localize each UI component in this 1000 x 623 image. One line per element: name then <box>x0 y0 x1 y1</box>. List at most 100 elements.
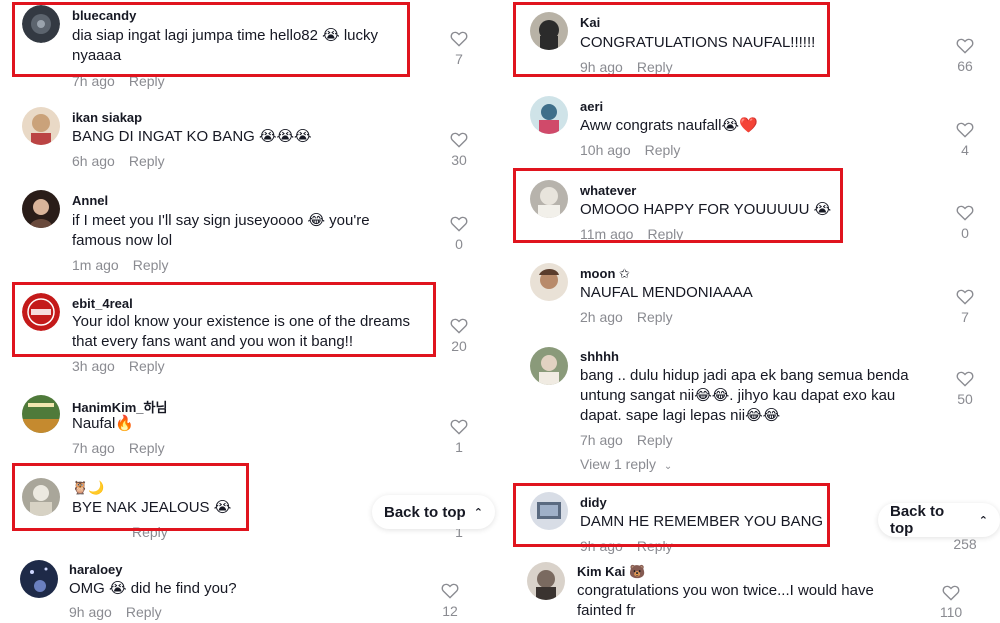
heart-icon[interactable] <box>956 370 974 387</box>
back-to-top-button[interactable]: Back to top ⌃ <box>372 495 495 529</box>
reply-button[interactable]: Reply <box>637 538 673 554</box>
comment-meta: 9h ago Reply <box>580 59 673 75</box>
like-count: 0 <box>961 225 969 241</box>
username[interactable]: Annel <box>72 193 108 208</box>
timestamp: 3h ago <box>72 358 115 374</box>
reply-button[interactable]: Reply <box>126 604 162 620</box>
timestamp: 11m ago <box>580 226 634 242</box>
heart-icon[interactable] <box>956 204 974 221</box>
like-count: 110 <box>939 604 963 620</box>
comment-meta: 7h ago Reply <box>72 73 165 89</box>
heart-icon[interactable] <box>450 30 468 47</box>
avatar[interactable] <box>530 96 568 134</box>
comment-meta: 9h ago Reply <box>580 538 673 554</box>
view-replies-label: View 1 reply <box>580 456 657 472</box>
reply-button[interactable]: Reply <box>129 73 165 89</box>
timestamp: 9h ago <box>580 59 623 75</box>
username[interactable]: aeri <box>580 99 603 114</box>
comment-meta: 6h ago Reply <box>72 153 165 169</box>
reply-button[interactable]: Reply <box>645 142 681 158</box>
avatar[interactable] <box>22 107 60 145</box>
comment-text: Your idol know your existence is one of … <box>72 313 410 350</box>
comment-meta: 3h ago Reply <box>72 358 165 374</box>
heart-icon[interactable] <box>450 317 468 334</box>
username[interactable]: didy <box>580 495 607 510</box>
avatar[interactable] <box>22 395 60 433</box>
heart-icon[interactable] <box>956 288 974 305</box>
avatar[interactable] <box>22 190 60 228</box>
like-count: 30 <box>451 152 467 168</box>
like-count: 20 <box>451 338 467 354</box>
chevron-down-icon: ⌄ <box>663 461 673 472</box>
reply-button[interactable]: Reply <box>637 309 673 325</box>
heart-icon[interactable] <box>450 215 468 232</box>
like-count: 66 <box>957 58 973 74</box>
timestamp: 6h ago <box>72 153 115 169</box>
reply-button[interactable]: Reply <box>129 358 165 374</box>
username[interactable]: 🦉🌙 <box>72 480 104 496</box>
avatar[interactable] <box>530 347 568 385</box>
reply-button[interactable]: Reply <box>637 59 673 75</box>
heart-icon[interactable] <box>942 584 960 601</box>
username[interactable]: ebit_4real <box>72 296 133 311</box>
avatar[interactable] <box>530 492 568 530</box>
double-chevron-up-icon: ⌃ <box>978 514 988 527</box>
like-count: 4 <box>961 142 969 158</box>
like-count: 0 <box>455 236 463 252</box>
reply-button[interactable]: Reply <box>637 432 673 448</box>
comment-text: if I meet you I'll say sign juseyoooo 😂 … <box>72 212 370 249</box>
heart-icon[interactable] <box>956 121 974 138</box>
username[interactable]: moon ✩ <box>580 266 630 282</box>
avatar[interactable] <box>20 560 58 598</box>
avatar[interactable] <box>530 180 568 218</box>
comment-text: OMG 😭 did he find you? <box>69 580 237 597</box>
heart-icon[interactable] <box>441 582 459 599</box>
username[interactable]: ikan siakap <box>72 110 142 125</box>
heart-icon[interactable] <box>956 37 974 54</box>
reply-button[interactable]: Reply <box>133 257 169 273</box>
back-to-top-button[interactable]: Back to top ⌃ <box>878 503 1000 537</box>
username[interactable]: haraloey <box>69 562 122 577</box>
username[interactable]: bluecandy <box>72 8 136 23</box>
comment-text: DAMN HE REMEMBER YOU BANG <box>580 513 824 530</box>
username[interactable]: Kim Kai 🐻 <box>577 564 645 580</box>
comment-text: CONGRATULATIONS NAUFAL!!!!!! <box>580 34 816 51</box>
comment-meta: 10h ago Reply <box>580 142 680 158</box>
avatar[interactable] <box>22 293 60 331</box>
comment-meta: 9h ago Reply <box>69 604 162 620</box>
timestamp: 7h ago <box>580 432 623 448</box>
comment-text: OMOOO HAPPY FOR YOUUUUU 😭 <box>580 201 832 218</box>
timestamp: 9h ago <box>69 604 112 620</box>
timestamp: 10h ago <box>580 142 631 158</box>
comment-text: BANG DI INGAT KO BANG 😭😭😭 <box>72 128 312 145</box>
avatar[interactable] <box>527 562 565 600</box>
avatar[interactable] <box>22 478 60 516</box>
avatar[interactable] <box>530 263 568 301</box>
comment-text: dia siap ingat lagi jumpa time hello82 😭… <box>72 27 379 64</box>
comment-meta: 7h ago Reply <box>72 440 165 456</box>
avatar[interactable] <box>22 5 60 43</box>
username[interactable]: Kai <box>580 15 600 30</box>
heart-icon[interactable] <box>450 131 468 148</box>
like-count: 1 <box>455 439 463 455</box>
reply-button[interactable]: Reply <box>647 226 683 242</box>
comment-text: NAUFAL MENDONIAAAA <box>580 284 753 301</box>
double-chevron-up-icon: ⌃ <box>473 506 483 519</box>
comment-meta: 7h ago Reply <box>580 432 673 448</box>
username[interactable]: whatever <box>580 183 636 198</box>
like-count: 12 <box>442 603 458 619</box>
reply-button[interactable]: Reply <box>132 524 168 540</box>
reply-button[interactable]: Reply <box>129 153 165 169</box>
comment-text: bang .. dulu hidup jadi apa ek bang semu… <box>580 367 909 424</box>
comment-text: congratulations you won twice...I would … <box>577 582 874 619</box>
username[interactable]: shhhh <box>580 349 619 364</box>
like-count: 258 <box>953 536 977 552</box>
avatar[interactable] <box>530 12 568 50</box>
back-to-top-label: Back to top <box>384 503 466 521</box>
comment-text: BYE NAK JEALOUS 😭 <box>72 499 232 516</box>
reply-button[interactable]: Reply <box>129 440 165 456</box>
heart-icon[interactable] <box>450 418 468 435</box>
view-replies-link[interactable]: View 1 reply ⌄ <box>580 456 672 472</box>
comment-meta: 2h ago Reply <box>580 309 673 325</box>
like-count: 7 <box>961 309 969 325</box>
